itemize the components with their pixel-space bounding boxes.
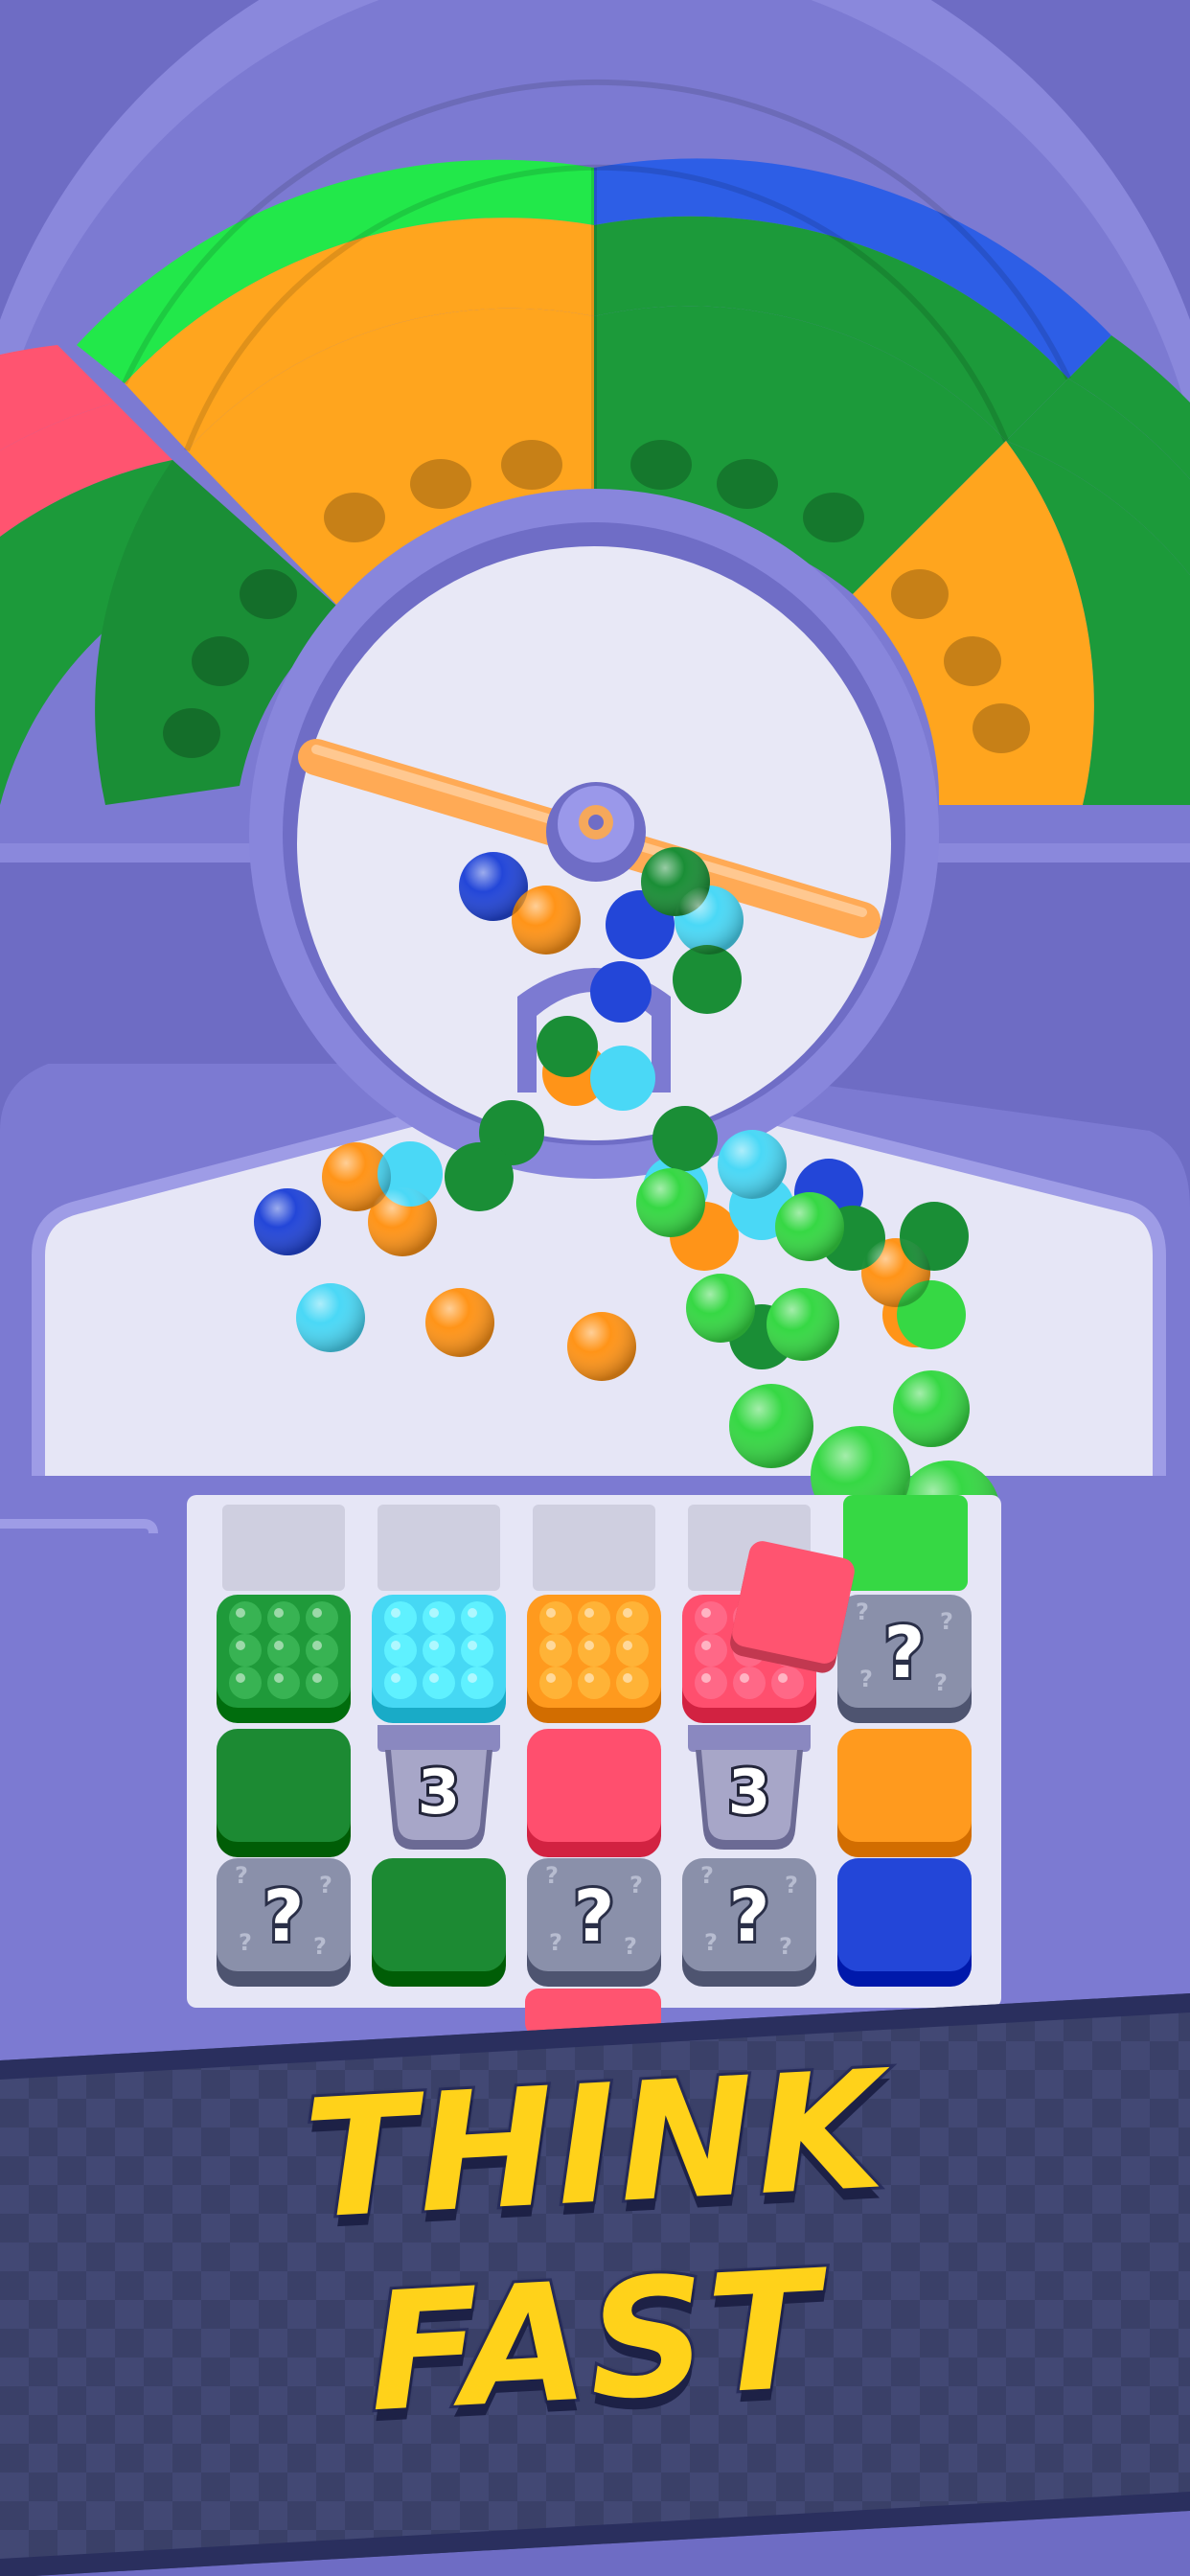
color-block[interactable] (834, 1854, 975, 1989)
mystery-block[interactable]: ????? (678, 1854, 820, 1989)
mystery-block[interactable]: ????? (213, 1854, 355, 1989)
svg-text:?: ? (934, 1669, 948, 1696)
svg-text:?: ? (545, 1862, 559, 1889)
svg-text:?: ? (235, 1862, 248, 1889)
bucket-count: 3 (418, 1758, 461, 1828)
svg-text:?: ? (856, 1598, 869, 1625)
color-block[interactable] (834, 1725, 975, 1859)
svg-text:?: ? (239, 1929, 252, 1956)
svg-text:?: ? (629, 1872, 643, 1898)
falling-block (729, 1538, 858, 1667)
svg-text:?: ? (859, 1666, 873, 1692)
ball-block[interactable] (213, 1591, 355, 1725)
svg-text:?: ? (624, 1933, 637, 1960)
mystery-label: ? (884, 1612, 926, 1694)
color-block[interactable] (368, 1854, 510, 1989)
svg-text:?: ? (313, 1933, 327, 1960)
svg-text:?: ? (785, 1872, 798, 1898)
svg-text:?: ? (704, 1929, 718, 1956)
svg-text:?: ? (940, 1608, 953, 1635)
ball-block[interactable] (523, 1591, 665, 1725)
svg-text:?: ? (319, 1872, 332, 1898)
mystery-label: ? (729, 1875, 770, 1958)
mystery-label: ? (263, 1875, 305, 1958)
mystery-block[interactable]: ????? (834, 1591, 975, 1725)
mystery-block[interactable]: ????? (523, 1854, 665, 1989)
svg-text:?: ? (779, 1933, 792, 1960)
bucket-counter[interactable]: 3 (678, 1725, 820, 1859)
color-block[interactable] (523, 1725, 665, 1859)
svg-text:?: ? (700, 1862, 714, 1889)
svg-text:?: ? (549, 1929, 562, 1956)
color-block[interactable] (213, 1725, 355, 1859)
bucket-counter[interactable]: 3 (368, 1725, 510, 1859)
ball-block[interactable] (368, 1591, 510, 1725)
mystery-label: ? (574, 1875, 615, 1958)
bucket-count: 3 (728, 1758, 771, 1828)
